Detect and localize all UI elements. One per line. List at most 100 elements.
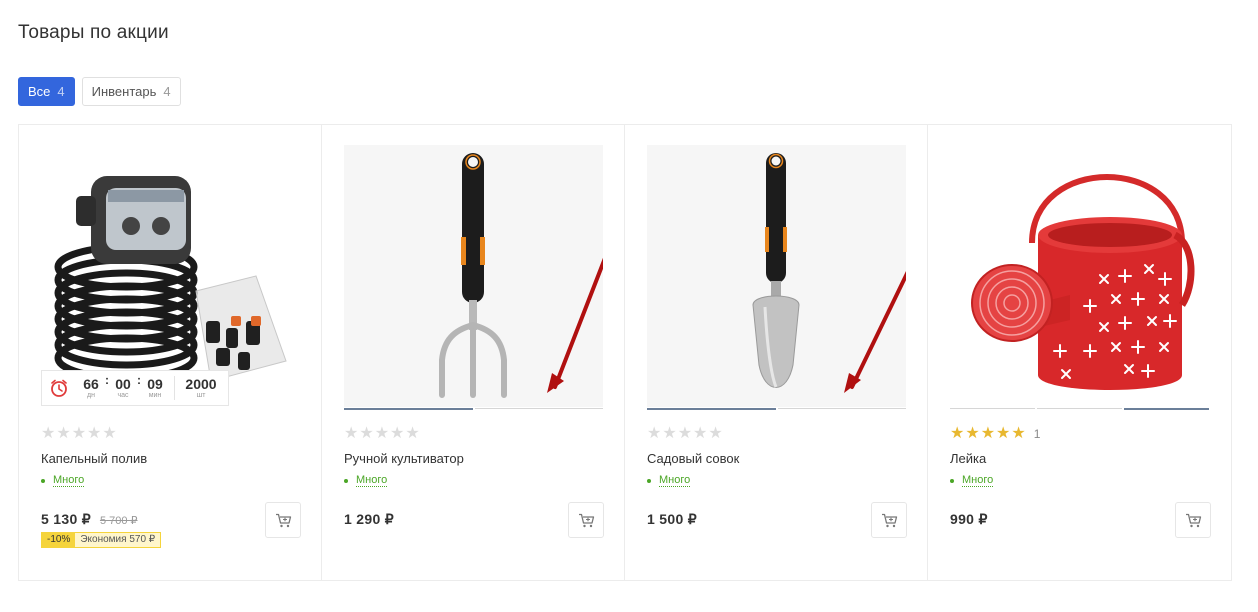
slider-bar[interactable] xyxy=(344,408,473,410)
price: 1 500 ₽ xyxy=(647,511,697,527)
slider-bar[interactable] xyxy=(1037,408,1122,409)
star-icon[interactable]: ★ xyxy=(996,426,1010,442)
rating-stars: ★ ★ ★ ★ ★ 1 xyxy=(950,426,1040,442)
garden-trowel-image[interactable] xyxy=(647,145,906,407)
star-icon[interactable]: ★ xyxy=(708,426,722,442)
filter-tab-label: Все xyxy=(28,84,51,99)
timer-minutes: 09 мин xyxy=(142,377,168,400)
timer-hours: 00 час xyxy=(110,377,136,400)
product-card[interactable]: ★ ★ ★ ★ ★ 1 Лейка Много 990 ₽ xyxy=(928,125,1231,580)
rating-stars: ★ ★ ★ ★ ★ xyxy=(41,426,117,442)
filter-tab-inventory[interactable]: Инвентарь 4 xyxy=(81,77,181,106)
star-icon[interactable]: ★ xyxy=(72,426,86,442)
price-row: 990 ₽ xyxy=(950,511,988,528)
filter-tab-all[interactable]: Все 4 xyxy=(18,77,75,106)
stock-dot-icon xyxy=(647,478,651,483)
watering-can-image[interactable] xyxy=(950,145,1209,407)
product-card[interactable]: 66 дн : 00 час : 09 мин 2000 шт ★ ★ ★ ★ ★ Ка… xyxy=(19,125,322,580)
star-icon[interactable]: ★ xyxy=(965,426,979,442)
star-icon[interactable]: ★ xyxy=(647,426,661,442)
image-slider-indicator xyxy=(647,408,906,410)
product-name[interactable]: Ручной культиватор xyxy=(344,451,464,466)
timer-separator: : xyxy=(105,373,109,387)
filter-tab-count: 4 xyxy=(163,84,171,99)
stock-status: Много xyxy=(344,474,388,487)
timer-days-value: 66 xyxy=(83,375,99,392)
product-card[interactable]: ★ ★ ★ ★ ★ Ручной культиватор Много 1 290 ₽ xyxy=(322,125,625,580)
slider-bar[interactable] xyxy=(777,408,906,409)
product-name[interactable]: Лейка xyxy=(950,451,986,466)
price: 5 130 ₽ xyxy=(41,511,91,527)
stock-label[interactable]: Много xyxy=(53,474,85,487)
timer-minutes-value: 09 xyxy=(147,375,163,392)
timer-hours-label: час xyxy=(117,391,129,399)
timer-quantity: 2000 шт xyxy=(179,377,223,400)
clock-icon xyxy=(51,379,67,397)
slider-bar[interactable] xyxy=(950,408,1035,409)
stock-label[interactable]: Много xyxy=(356,474,388,487)
rating-stars: ★ ★ ★ ★ ★ xyxy=(344,426,420,442)
countdown-timer: 66 дн : 00 час : 09 мин 2000 шт xyxy=(41,370,229,406)
slider-bar[interactable] xyxy=(474,408,603,409)
cart-icon xyxy=(881,513,897,527)
product-name[interactable]: Капельный полив xyxy=(41,451,147,466)
filter-tab-label: Инвентарь xyxy=(91,84,157,99)
hand-cultivator-image[interactable] xyxy=(344,145,603,407)
product-card[interactable]: ★ ★ ★ ★ ★ Садовый совок Много 1 500 ₽ xyxy=(625,125,928,580)
stock-status: Много xyxy=(647,474,691,487)
review-count: 1 xyxy=(1033,427,1041,441)
timer-days: 66 дн xyxy=(78,377,104,400)
slider-bar[interactable] xyxy=(647,408,776,410)
star-icon[interactable]: ★ xyxy=(950,426,964,442)
price-row: 1 290 ₽ xyxy=(344,511,394,528)
add-to-cart-button[interactable] xyxy=(265,502,301,538)
stock-dot-icon xyxy=(344,478,348,483)
product-name[interactable]: Садовый совок xyxy=(647,451,739,466)
product-grid: 66 дн : 00 час : 09 мин 2000 шт ★ ★ ★ ★ ★ Ка… xyxy=(18,124,1232,581)
cart-icon xyxy=(578,513,594,527)
star-icon[interactable]: ★ xyxy=(87,426,101,442)
star-icon[interactable]: ★ xyxy=(375,426,389,442)
timer-quantity-label: шт xyxy=(196,391,206,399)
timer-separator: : xyxy=(137,373,141,387)
cart-icon xyxy=(1185,513,1201,527)
cart-icon xyxy=(275,513,291,527)
stock-label[interactable]: Много xyxy=(962,474,994,487)
star-icon[interactable]: ★ xyxy=(662,426,676,442)
timer-hours-value: 00 xyxy=(115,375,131,392)
star-icon[interactable]: ★ xyxy=(693,426,707,442)
discount-saving: Экономия 570 ₽ xyxy=(75,533,161,547)
star-icon[interactable]: ★ xyxy=(405,426,419,442)
image-slider-indicator xyxy=(344,408,603,410)
timer-days-label: дн xyxy=(87,391,95,399)
stock-label[interactable]: Много xyxy=(659,474,691,487)
filter-tab-count: 4 xyxy=(57,84,65,99)
stock-status: Много xyxy=(950,474,994,487)
star-icon[interactable]: ★ xyxy=(390,426,404,442)
price-row: 5 130 ₽ 5 700 ₽ xyxy=(41,511,138,528)
timer-minutes-label: мин xyxy=(148,391,162,399)
star-icon[interactable]: ★ xyxy=(41,426,55,442)
star-icon[interactable]: ★ xyxy=(981,426,995,442)
star-icon[interactable]: ★ xyxy=(1011,426,1025,442)
drip-irrigation-kit-image[interactable] xyxy=(41,145,300,407)
star-icon[interactable]: ★ xyxy=(344,426,358,442)
discount-percent: -10% xyxy=(42,533,76,547)
rating-stars: ★ ★ ★ ★ ★ xyxy=(647,426,723,442)
star-icon[interactable]: ★ xyxy=(359,426,373,442)
star-icon[interactable]: ★ xyxy=(56,426,70,442)
star-icon[interactable]: ★ xyxy=(678,426,692,442)
price-row: 1 500 ₽ xyxy=(647,511,697,528)
image-slider-indicator xyxy=(950,408,1209,410)
add-to-cart-button[interactable] xyxy=(1175,502,1211,538)
filter-tabs: Все 4 Инвентарь 4 xyxy=(18,77,181,106)
price: 1 290 ₽ xyxy=(344,511,394,527)
slider-bar[interactable] xyxy=(1124,408,1209,410)
add-to-cart-button[interactable] xyxy=(871,502,907,538)
old-price: 5 700 ₽ xyxy=(99,515,138,527)
add-to-cart-button[interactable] xyxy=(568,502,604,538)
timer-quantity-value: 2000 xyxy=(185,375,217,392)
discount-badge: -10% Экономия 570 ₽ xyxy=(41,532,162,548)
page-title: Товары по акции xyxy=(18,22,169,43)
star-icon[interactable]: ★ xyxy=(102,426,116,442)
